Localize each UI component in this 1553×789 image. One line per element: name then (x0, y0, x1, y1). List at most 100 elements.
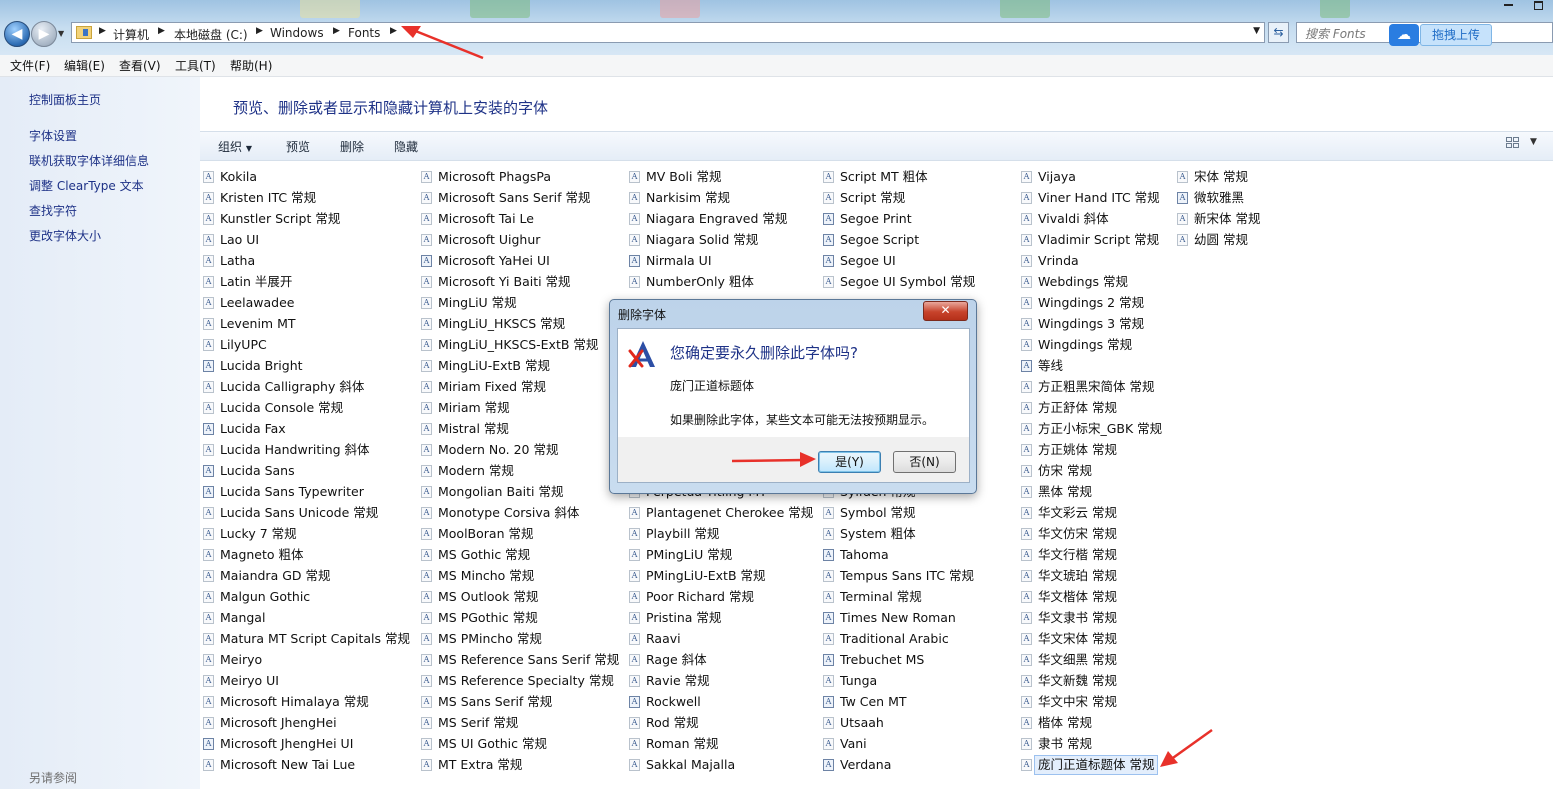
preview-button[interactable]: 预览 (286, 138, 310, 155)
font-file-icon: A (421, 507, 432, 519)
breadcrumb-computer[interactable]: 计算机 (113, 26, 149, 43)
font-item-label: Raavi (646, 631, 681, 646)
font-file-icon: A (421, 213, 432, 225)
font-item-label: Microsoft Sans Serif 常规 (438, 190, 591, 205)
adjust-cleartype-link[interactable]: 调整 ClearType 文本 (29, 177, 144, 194)
font-file-icon: A (203, 570, 214, 582)
breadcrumb-fonts[interactable]: Fonts (348, 26, 380, 40)
font-item-label: Lucida Sans Unicode 常规 (220, 505, 379, 520)
font-file-icon: A (421, 234, 432, 246)
change-view-icon[interactable] (1506, 137, 1520, 151)
yes-button[interactable]: 是(Y) (818, 451, 881, 473)
font-item-label: Poor Richard 常规 (646, 589, 754, 604)
breadcrumb-separator-icon[interactable]: ▶ (99, 26, 106, 36)
font-item-label: Niagara Solid 常规 (646, 232, 759, 247)
menu-help[interactable]: 帮助(H) (230, 57, 272, 74)
font-file-icon: A (203, 276, 214, 288)
font-item-label: Latha (220, 253, 256, 268)
menu-tools[interactable]: 工具(T) (175, 57, 216, 74)
font-file-icon: A (1021, 318, 1032, 330)
font-file-icon: A (203, 444, 214, 456)
organize-button[interactable]: 组织 ▼ (218, 138, 252, 155)
menu-file[interactable]: 文件(F) (10, 57, 50, 74)
font-item-label: 方正小标宋_GBK 常规 (1038, 421, 1163, 436)
get-font-info-online-link[interactable]: 联机获取字体详细信息 (29, 152, 149, 169)
font-file-icon: A (421, 276, 432, 288)
font-item-label: Rockwell (646, 694, 701, 709)
font-item-label: Lucida Calligraphy 斜体 (220, 379, 365, 394)
background-window-ghost (300, 0, 360, 18)
font-file-icon: A (203, 423, 214, 435)
font-file-icon: A (203, 297, 214, 309)
font-item-label: Lucida Console 常规 (220, 400, 344, 415)
delete-button[interactable]: 删除 (340, 138, 364, 155)
font-file-icon: A (1021, 696, 1032, 708)
font-item-label: 华文隶书 常规 (1038, 610, 1117, 625)
breadcrumb-separator-icon[interactable]: ▶ (333, 26, 340, 36)
font-file-icon: A (823, 696, 834, 708)
recent-pages-dropdown-icon[interactable]: ▼ (58, 29, 64, 38)
dialog-warning-text: 如果删除此字体，某些文本可能无法按预期显示。 (670, 413, 935, 427)
font-file-icon: A (629, 675, 640, 687)
breadcrumb-separator-icon[interactable]: ▶ (158, 26, 165, 36)
menu-edit[interactable]: 编辑(E) (64, 57, 105, 74)
address-history-dropdown-icon[interactable]: ▼ (1253, 26, 1260, 36)
breadcrumb-local-disk[interactable]: 本地磁盘 (C:) (174, 26, 248, 43)
font-item-label: Wingdings 常规 (1038, 337, 1133, 352)
dialog-close-button[interactable]: ✕ (923, 301, 968, 321)
drag-upload-button[interactable]: 拖拽上传 (1420, 24, 1492, 46)
font-file-icon: A (823, 654, 834, 666)
font-item-label: Roman 常规 (646, 736, 719, 751)
forward-button[interactable]: ▶ (31, 21, 57, 47)
font-file-icon: A (1021, 465, 1032, 477)
font-item-label: Vivaldi 斜体 (1038, 211, 1109, 226)
minimize-button[interactable] (1496, 0, 1522, 10)
font-file-icon: A (823, 213, 834, 225)
font-file-icon: A (203, 507, 214, 519)
font-item-label: 黑体 常规 (1038, 484, 1092, 499)
no-button[interactable]: 否(N) (893, 451, 956, 473)
font-item-label: Meiryo (220, 652, 263, 667)
address-bar[interactable]: ▶ 计算机 ▶ 本地磁盘 (C:) ▶ Windows ▶ Fonts ▶ ▼ (71, 22, 1265, 43)
font-item-label: Nirmala UI (646, 253, 712, 268)
font-item-label: Tahoma (840, 547, 889, 562)
font-item-label: 仿宋 常规 (1038, 463, 1092, 478)
refresh-button[interactable]: ⇆ (1268, 22, 1289, 43)
font-file-icon: A (1021, 654, 1032, 666)
font-file-icon: A (421, 255, 432, 267)
font-item-label: Lucida Bright (220, 358, 303, 373)
font-item-label: Microsoft Himalaya 常规 (220, 694, 369, 709)
control-panel-home-link[interactable]: 控制面板主页 (29, 91, 101, 108)
find-character-link[interactable]: 查找字符 (29, 202, 77, 219)
font-item-label: Segoe Print (840, 211, 912, 226)
font-file-icon: A (421, 318, 432, 330)
back-button[interactable]: ◀ (4, 21, 30, 47)
font-settings-link[interactable]: 字体设置 (29, 127, 77, 144)
font-file-icon: A (1021, 276, 1032, 288)
cloud-drive-icon[interactable]: ☁ (1389, 24, 1419, 46)
menu-view[interactable]: 查看(V) (119, 57, 161, 74)
font-item-label: Leelawadee (220, 295, 295, 310)
font-item-label: Mongolian Baiti 常规 (438, 484, 564, 499)
font-item-label: MS UI Gothic 常规 (438, 736, 547, 751)
view-options-dropdown-icon[interactable]: ▼ (1530, 137, 1537, 147)
breadcrumb-separator-icon[interactable]: ▶ (256, 26, 263, 36)
change-font-size-link[interactable]: 更改字体大小 (29, 227, 101, 244)
font-file-icon: A (1177, 213, 1188, 225)
font-item-label: Pristina 常规 (646, 610, 722, 625)
font-item-label: 微软雅黑 (1194, 190, 1245, 205)
font-file-icon: A (823, 675, 834, 687)
font-file-icon: A (421, 444, 432, 456)
font-file-icon: A (1021, 297, 1032, 309)
breadcrumb-windows[interactable]: Windows (270, 26, 324, 40)
font-item-label: Viner Hand ITC 常规 (1038, 190, 1160, 205)
hide-button[interactable]: 隐藏 (394, 138, 418, 155)
font-file-icon: A (1021, 717, 1032, 729)
font-item-label: MoolBoran 常规 (438, 526, 534, 541)
maximize-button[interactable] (1526, 0, 1552, 10)
font-file-icon: A (629, 234, 640, 246)
font-item-label: Wingdings 2 常规 (1038, 295, 1145, 310)
font-item-label: 幼圆 常规 (1194, 232, 1248, 247)
font-file-icon: A (203, 591, 214, 603)
font-file-icon: A (203, 192, 214, 204)
